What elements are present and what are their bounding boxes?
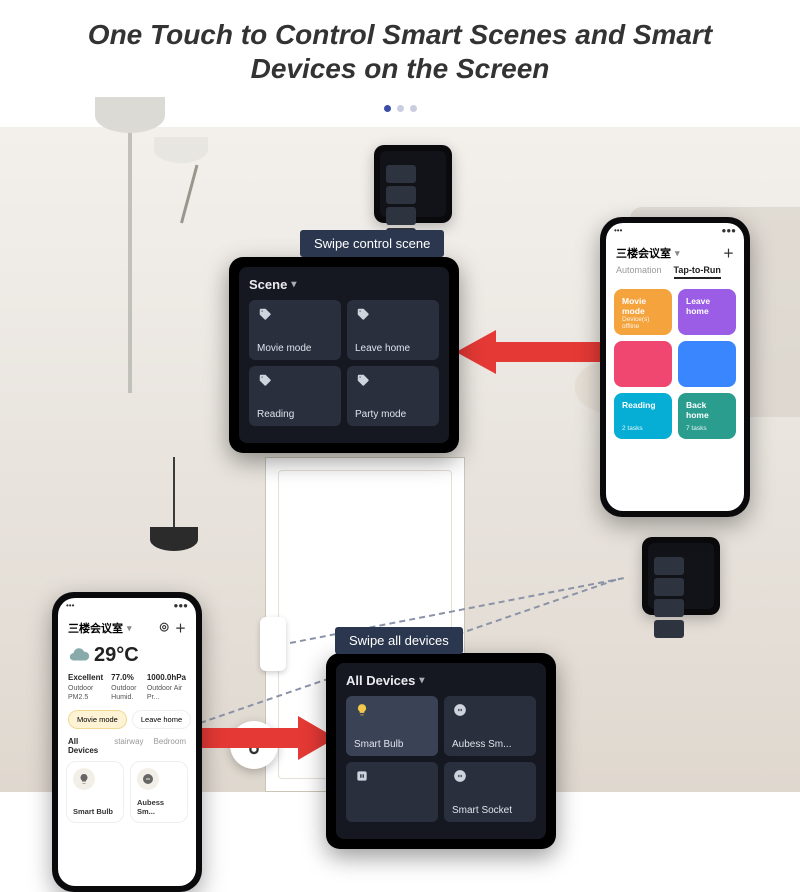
scene-top: Swipe control scene Scene▾ Movie mode Le…: [0, 127, 800, 457]
scene-tile[interactable]: Reading: [249, 366, 341, 426]
app-scene-card[interactable]: Reading2 tasks: [614, 393, 672, 439]
app-scene-card[interactable]: [678, 341, 736, 387]
weather-widget: 29°C ExcellentOutdoor PM2.5 77.0%Outdoor…: [58, 638, 196, 704]
app-scene-card[interactable]: [614, 341, 672, 387]
plus-icon[interactable]: ＋: [723, 245, 734, 261]
plus-icon[interactable]: ＋: [175, 620, 186, 636]
scene-tile[interactable]: Leave home: [347, 300, 439, 360]
device-tile[interactable]: Aubess Sm...: [444, 696, 536, 756]
tag-icon: [257, 306, 273, 322]
plug-icon: [137, 768, 159, 790]
mic-icon[interactable]: ◎: [159, 620, 169, 636]
device-tile[interactable]: [346, 762, 438, 822]
socket-icon: [354, 768, 370, 784]
tag-icon: [355, 306, 371, 322]
app-scene-card[interactable]: Back home7 tasks: [678, 393, 736, 439]
wall-panel-small: [374, 145, 452, 223]
phone-statusbar: •••●●●: [58, 598, 196, 616]
socket-icon: [452, 702, 468, 718]
wall-panel-small: [642, 537, 720, 615]
tag-icon: [355, 372, 371, 388]
room-tabs[interactable]: All Devices stairway Bedroom: [58, 735, 196, 759]
scene-chips[interactable]: Movie mode Leave home Reading: [58, 704, 196, 735]
enlarged-panel-devices[interactable]: All Devices▾ Smart Bulb Aubess Sm...: [326, 653, 556, 849]
phone-room-label: 三楼会议室: [68, 620, 123, 636]
scene-tile[interactable]: Party mode: [347, 366, 439, 426]
bulb-icon: [73, 768, 95, 790]
socket-icon: [452, 768, 468, 784]
enlarged-panel-scene[interactable]: Scene▾ Movie mode Leave home Reading: [229, 257, 459, 453]
scene-tile[interactable]: Movie mode: [249, 300, 341, 360]
device-card[interactable]: Aubess Sm...: [130, 761, 188, 823]
bulb-icon: [354, 702, 370, 718]
caption-scene: Swipe control scene: [300, 230, 444, 257]
tag-icon: [257, 372, 273, 388]
panel-scene-title: Scene▾: [249, 277, 439, 292]
phone-room-label: 三楼会议室: [616, 245, 671, 261]
arrow-icon: [456, 322, 606, 382]
caption-devices: Swipe all devices: [335, 627, 463, 654]
phone-home-mockup: •••●●● 三楼会议室▾ ◎ ＋ 29°C ExcellentOutdoor …: [52, 592, 202, 892]
phone-tabs[interactable]: Automation Tap-to-Run: [606, 263, 744, 285]
desk-lamp-prop: [180, 137, 208, 223]
device-tile[interactable]: Smart Socket: [444, 762, 536, 822]
app-scene-card[interactable]: Movie modeDevice(s) offline: [614, 289, 672, 335]
phone-statusbar: •••●●●: [606, 223, 744, 241]
panel-devices-title: All Devices▾: [346, 673, 536, 688]
cloud-icon: [68, 644, 90, 666]
device-card[interactable]: Smart Bulb: [66, 761, 124, 823]
arrow-icon: [196, 710, 336, 766]
device-tile[interactable]: Smart Bulb: [346, 696, 438, 756]
app-scene-card[interactable]: Leave home: [678, 289, 736, 335]
pendant-lamp-prop: [150, 457, 198, 551]
page-title: One Touch to Control Smart Scenes and Sm…: [0, 0, 800, 93]
door-sensor-prop: [260, 617, 286, 671]
phone-app-mockup: •••●●● 三楼会议室▾ ＋ Automation Tap-to-Run Mo…: [600, 217, 750, 517]
